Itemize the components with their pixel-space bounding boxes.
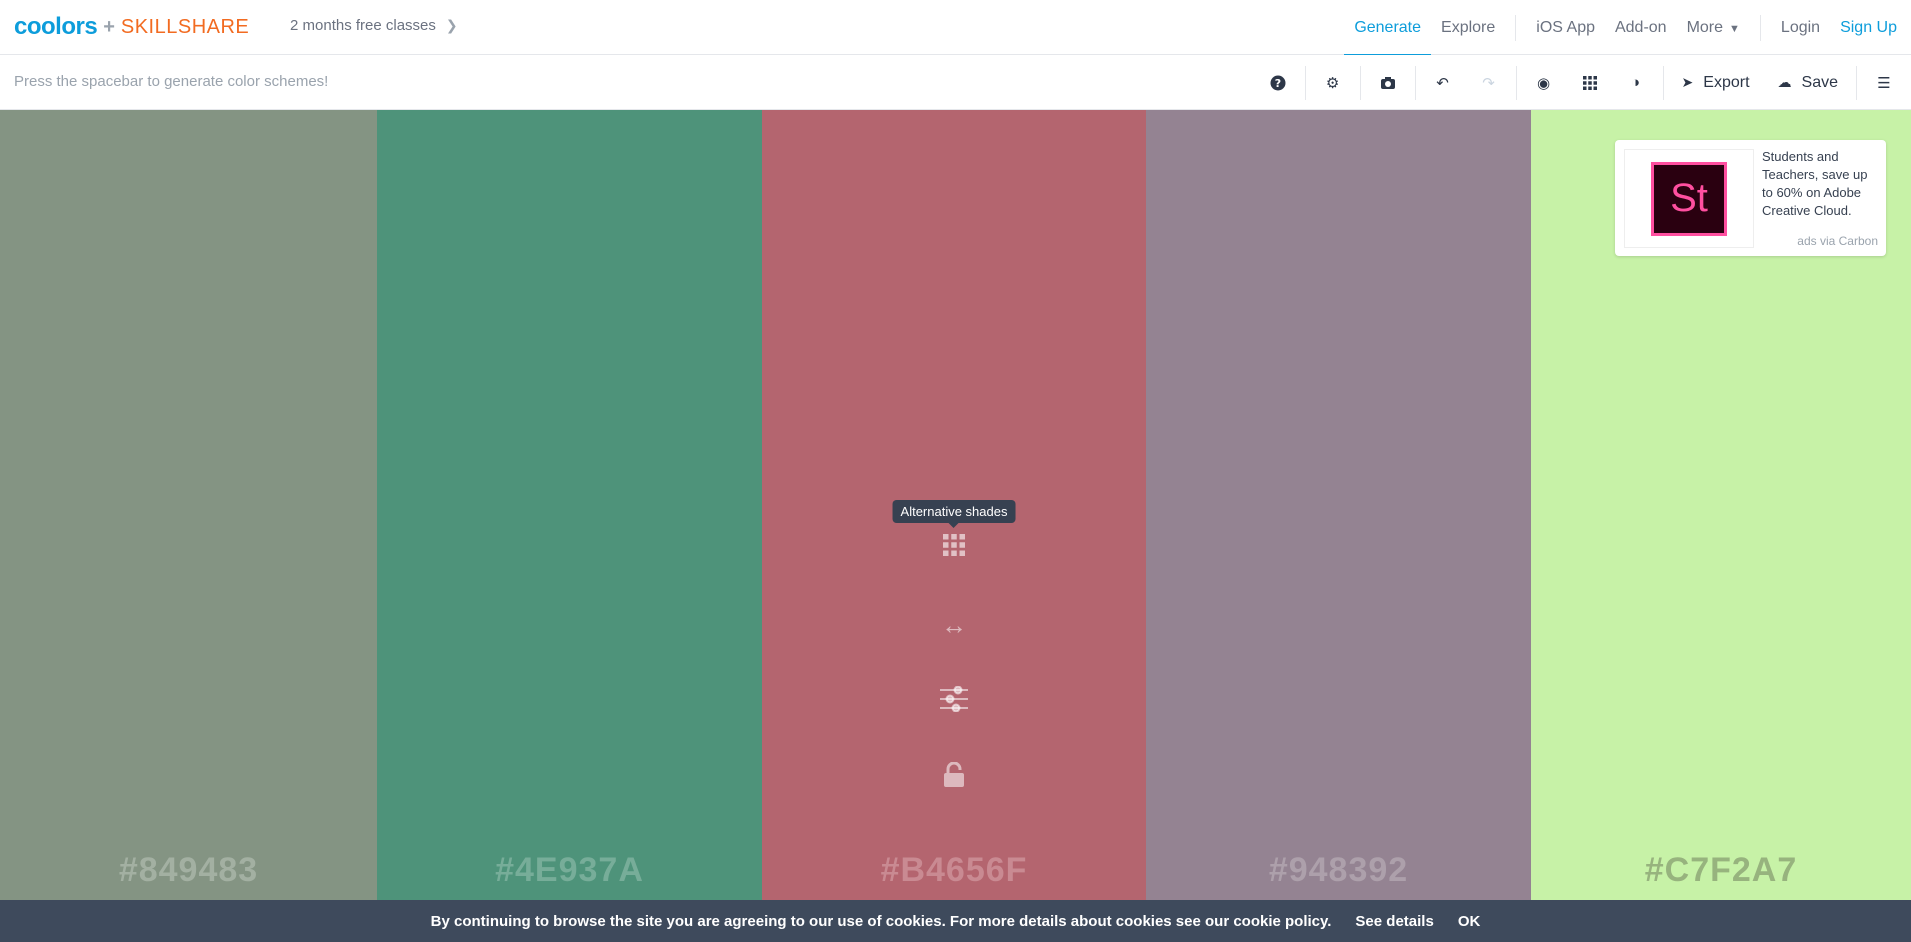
divider bbox=[1515, 14, 1517, 41]
nav-explore[interactable]: Explore bbox=[1431, 0, 1505, 55]
hex-label[interactable]: #849483 bbox=[0, 851, 377, 890]
ad-image[interactable]: St bbox=[1624, 149, 1754, 248]
cookie-banner: By continuing to browse the site you are… bbox=[0, 900, 1911, 942]
color-swatch-2[interactable]: #4E937A bbox=[377, 110, 762, 900]
swatch-tools: Alternative shades ↔ bbox=[762, 500, 1146, 838]
divider bbox=[1515, 65, 1517, 100]
grid-icon[interactable] bbox=[943, 534, 965, 610]
adjust-sliders-icon[interactable] bbox=[940, 686, 968, 762]
grid-icon[interactable] bbox=[1575, 68, 1605, 98]
cookie-message: By continuing to browse the site you are… bbox=[430, 912, 1332, 930]
divider bbox=[1662, 65, 1664, 100]
contrast-icon[interactable]: ◑ bbox=[1621, 68, 1651, 98]
toolbar: Press the spacebar to generate color sch… bbox=[0, 55, 1911, 110]
carbon-ad[interactable]: St Students and Teachers, save up to 60%… bbox=[1615, 140, 1886, 256]
ok-button[interactable]: OK bbox=[1458, 913, 1481, 930]
divider bbox=[1359, 65, 1361, 100]
promo-link[interactable]: 2 months free classes ❯ bbox=[290, 17, 458, 34]
divider bbox=[1414, 65, 1416, 100]
save-button[interactable]: ☁ Save bbox=[1764, 55, 1852, 110]
hex-label[interactable]: #B4656F bbox=[762, 851, 1146, 890]
divider bbox=[1759, 14, 1761, 41]
toolbar-tools: ? ⚙ ↶ ↷ ◉ ◑ ➤ Export ☁ Save ☰ bbox=[1255, 55, 1911, 110]
cloud-upload-icon: ☁ bbox=[1777, 74, 1792, 90]
nav-signup[interactable]: Sign Up bbox=[1830, 0, 1907, 55]
color-swatch-1[interactable]: #849483 bbox=[0, 110, 377, 900]
help-icon[interactable]: ? bbox=[1263, 68, 1293, 98]
brand[interactable]: coolors + SKILLSHARE bbox=[14, 13, 249, 41]
brand-plus: + bbox=[103, 15, 115, 38]
hamburger-menu-icon[interactable]: ☰ bbox=[1869, 68, 1899, 98]
top-navbar: coolors + SKILLSHARE 2 months free class… bbox=[0, 0, 1911, 56]
nav-ios-app[interactable]: iOS App bbox=[1526, 0, 1605, 55]
adobe-stock-logo: St bbox=[1651, 161, 1727, 236]
save-label: Save bbox=[1801, 73, 1838, 91]
nav-addon[interactable]: Add-on bbox=[1605, 0, 1677, 55]
camera-icon[interactable] bbox=[1373, 68, 1403, 98]
chevron-down-icon: ▼ bbox=[1729, 23, 1740, 35]
share-icon: ➤ bbox=[1681, 74, 1694, 90]
eye-icon[interactable]: ◉ bbox=[1529, 68, 1559, 98]
ad-text[interactable]: Students and Teachers, save up to 60% on… bbox=[1762, 148, 1880, 220]
hex-label[interactable]: #948392 bbox=[1146, 851, 1531, 890]
hex-label[interactable]: #4E937A bbox=[377, 851, 762, 890]
nav-more-label: More bbox=[1686, 19, 1724, 36]
chevron-right-icon: ❯ bbox=[445, 17, 458, 33]
divider bbox=[1856, 65, 1857, 100]
hex-label[interactable]: #C7F2A7 bbox=[1531, 851, 1911, 890]
gear-icon[interactable]: ⚙ bbox=[1318, 68, 1348, 98]
nav-more[interactable]: More ▼ bbox=[1677, 0, 1750, 55]
coolors-logo[interactable]: coolors bbox=[14, 13, 98, 41]
divider bbox=[1304, 65, 1306, 100]
nav-generate[interactable]: Generate bbox=[1344, 0, 1431, 56]
svg-text:?: ? bbox=[1274, 77, 1280, 90]
tooltip: Alternative shades bbox=[892, 500, 1016, 523]
export-label: Export bbox=[1703, 73, 1750, 91]
ad-via-link[interactable]: ads via Carbon bbox=[1797, 234, 1878, 248]
skillshare-logo[interactable]: SKILLSHARE bbox=[121, 16, 249, 39]
spacebar-hint: Press the spacebar to generate color sch… bbox=[14, 73, 329, 90]
nav-right: Generate Explore iOS App Add-on More ▼ Lo… bbox=[1344, 0, 1911, 56]
promo-text: 2 months free classes bbox=[290, 17, 436, 34]
lock-icon[interactable] bbox=[943, 762, 965, 838]
export-button[interactable]: ➤ Export bbox=[1668, 55, 1764, 110]
color-swatch-3[interactable]: Alternative shades ↔ #B4656F bbox=[762, 110, 1146, 900]
see-details-link[interactable]: See details bbox=[1355, 913, 1433, 930]
color-swatch-4[interactable]: #948392 bbox=[1146, 110, 1531, 900]
nav-login[interactable]: Login bbox=[1771, 0, 1830, 55]
undo-icon[interactable]: ↶ bbox=[1428, 68, 1458, 98]
redo-icon[interactable]: ↷ bbox=[1474, 68, 1504, 98]
drag-arrows-icon[interactable]: ↔ bbox=[941, 610, 967, 686]
